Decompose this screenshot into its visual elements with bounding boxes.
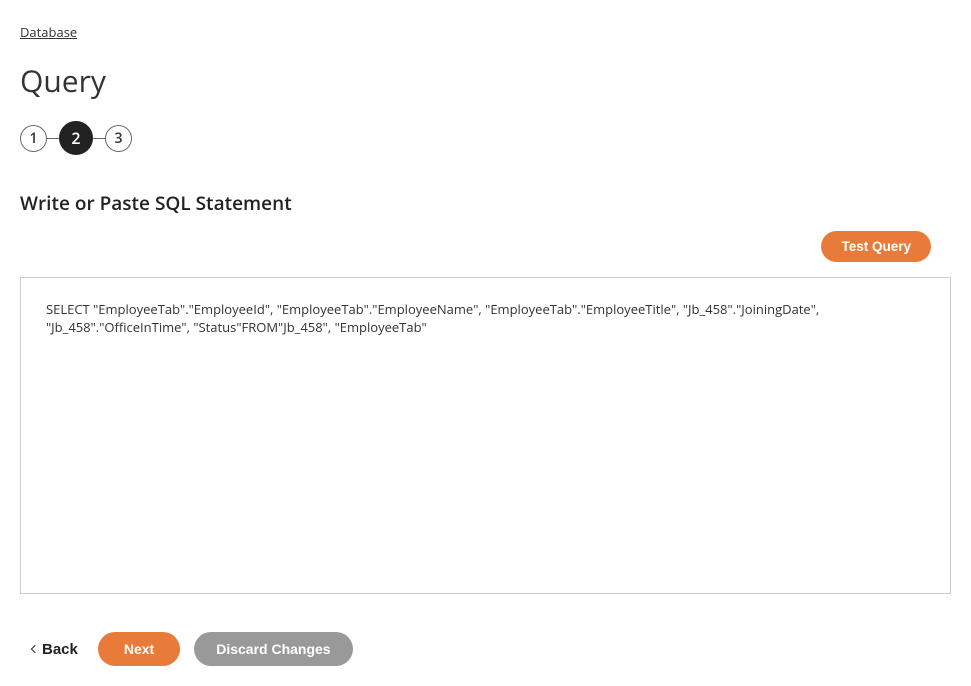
stepper: 1 2 3: [20, 121, 951, 155]
footer-actions: Back Next Discard Changes: [20, 632, 951, 666]
test-query-button[interactable]: Test Query: [821, 231, 931, 262]
toolbar: Test Query: [20, 231, 951, 262]
step-connector: [93, 138, 105, 139]
back-button[interactable]: Back: [26, 635, 84, 664]
sql-statement-input[interactable]: [46, 300, 925, 566]
discard-changes-button[interactable]: Discard Changes: [194, 632, 352, 666]
step-1[interactable]: 1: [20, 125, 47, 152]
step-3[interactable]: 3: [105, 125, 132, 152]
step-connector: [47, 138, 59, 139]
step-2[interactable]: 2: [59, 121, 93, 155]
next-button[interactable]: Next: [98, 632, 180, 666]
section-heading: Write or Paste SQL Statement: [20, 190, 951, 216]
sql-panel: [20, 277, 951, 594]
back-label: Back: [42, 641, 78, 658]
chevron-left-icon: [31, 645, 39, 653]
breadcrumb-database[interactable]: Database: [20, 23, 77, 41]
page-title: Query: [20, 60, 951, 101]
